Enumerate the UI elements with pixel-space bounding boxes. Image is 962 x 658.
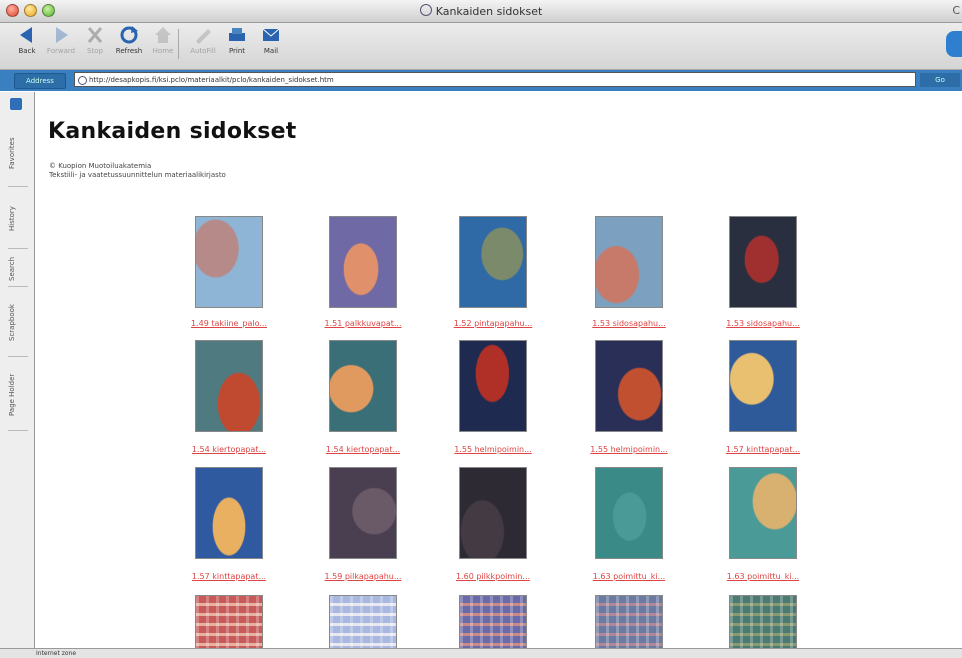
- fabric-thumbnail[interactable]: [595, 340, 663, 432]
- thumbnail-caption-link[interactable]: 1.63 poimittu_ki...: [564, 572, 694, 581]
- subtitle-line: Tekstiili- ja vaatetussuunnittelun mater…: [49, 171, 226, 179]
- window-title-text: Kankaiden sidokset: [435, 5, 543, 18]
- toolbar-button-refresh[interactable]: Refresh: [112, 25, 146, 67]
- thumbnail-caption-link[interactable]: 1.60 pilkkpoimin...: [428, 572, 558, 581]
- toolbar-button-back[interactable]: Back: [10, 25, 44, 67]
- address-label-button[interactable]: Address: [14, 73, 66, 89]
- thumbnail-caption-link[interactable]: 1.53 sidosapahu...: [564, 319, 694, 328]
- home-icon: [152, 25, 174, 45]
- toolbar-button-label: Forward: [46, 47, 76, 55]
- toolbar-button-label: Print: [228, 47, 246, 55]
- mail-icon: [260, 25, 282, 45]
- forward-arrow-icon: [50, 25, 72, 45]
- browser-logo-icon: [946, 31, 962, 57]
- copyright-line: © Kuopion Muotoiluakatemia: [49, 162, 152, 170]
- explorer-bar-icon[interactable]: [10, 98, 22, 110]
- toolbar-button-label: Home: [152, 47, 174, 55]
- sidebar-tab-scrapbook[interactable]: Scrapbook: [8, 290, 28, 357]
- toolbar-button-mail[interactable]: Mail: [254, 25, 288, 67]
- page-title: Kankaiden sidokset: [48, 119, 297, 144]
- toolbar-button-stop[interactable]: Stop: [78, 25, 112, 67]
- address-bar: Address http://desapkopis.fi/ksi.pclo/ma…: [0, 70, 962, 91]
- toolbar-button-label: Refresh: [115, 47, 143, 55]
- thumbnail-caption-link[interactable]: 1.55 helmipoimin...: [564, 445, 694, 454]
- back-arrow-icon: [16, 25, 38, 45]
- fabric-thumbnail[interactable]: [595, 467, 663, 559]
- sidebar-tab-search[interactable]: Search: [8, 252, 28, 287]
- toolbar-separator: [178, 29, 179, 59]
- address-url-text: http://desapkopis.fi/ksi.pclo/materiaalk…: [89, 76, 334, 84]
- window-title: Kankaiden sidokset: [0, 4, 962, 18]
- thumbnail-caption-link[interactable]: 1.57 kinttapapat...: [164, 572, 294, 581]
- thumbnail-caption-link[interactable]: 1.63 poimittu_ki...: [698, 572, 828, 581]
- toolbar-button-home[interactable]: Home: [146, 25, 180, 67]
- fabric-thumbnail[interactable]: [729, 467, 797, 559]
- titlebar-right-char: C: [952, 4, 960, 17]
- thumbnail-caption-link[interactable]: 1.53 sidosapahu...: [698, 319, 828, 328]
- fabric-thumbnail[interactable]: [329, 595, 397, 648]
- fabric-thumbnail[interactable]: [459, 595, 527, 648]
- fabric-thumbnail[interactable]: [729, 340, 797, 432]
- fabric-thumbnail[interactable]: [195, 340, 263, 432]
- thumbnail-caption-link[interactable]: 1.57 kinttapapat...: [698, 445, 828, 454]
- sidebar-tab-favorites[interactable]: Favorites: [8, 120, 28, 187]
- toolbar-button-label: Stop: [87, 47, 103, 55]
- toolbar-button-forward[interactable]: Forward: [44, 25, 78, 67]
- toolbar-button-autofill[interactable]: AutoFill: [186, 25, 220, 67]
- sidebar-tab-page-holder[interactable]: Page Holder: [8, 360, 28, 431]
- thumbnail-caption-link[interactable]: 1.54 kiertopapat...: [164, 445, 294, 454]
- page-icon: [78, 76, 87, 85]
- fabric-thumbnail[interactable]: [459, 340, 527, 432]
- toolbar-button-label: Mail: [263, 47, 279, 55]
- thumbnail-caption-link[interactable]: 1.59 pilkapapahu...: [298, 572, 428, 581]
- fabric-thumbnail[interactable]: [195, 216, 263, 308]
- thumbnail-caption-link[interactable]: 1.51 palkkuvapat...: [298, 319, 428, 328]
- fabric-thumbnail[interactable]: [729, 216, 797, 308]
- thumbnail-caption-link[interactable]: 1.49 takiine_palo...: [164, 319, 294, 328]
- fabric-thumbnail[interactable]: [595, 595, 663, 648]
- fabric-thumbnail[interactable]: [329, 340, 397, 432]
- fabric-thumbnail[interactable]: [729, 595, 797, 648]
- fabric-thumbnail[interactable]: [195, 595, 263, 648]
- explorer-sidebar: Favorites History Search Scrapbook Page Hold…: [0, 92, 35, 648]
- refresh-icon: [118, 25, 140, 45]
- thumbnail-caption-link[interactable]: 1.54 kiertopapat...: [298, 445, 428, 454]
- fabric-thumbnail[interactable]: [195, 467, 263, 559]
- toolbar-button-print[interactable]: Print: [220, 25, 254, 67]
- fabric-thumbnail[interactable]: [595, 216, 663, 308]
- toolbar: Back Forward Stop Refresh Home AutoFill Print M…: [0, 23, 962, 70]
- print-icon: [226, 25, 248, 45]
- fabric-thumbnail[interactable]: [459, 216, 527, 308]
- address-input[interactable]: http://desapkopis.fi/ksi.pclo/materiaalk…: [74, 72, 916, 87]
- thumbnail-caption-link[interactable]: 1.52 pintapapahu...: [428, 319, 558, 328]
- toolbar-button-label: AutoFill: [190, 47, 216, 55]
- autofill-icon: [192, 25, 214, 45]
- stop-x-icon: [84, 25, 106, 45]
- go-button[interactable]: Go: [920, 73, 960, 87]
- thumbnail-caption-link[interactable]: 1.55 helmipoimin...: [428, 445, 558, 454]
- browser-page-icon: [419, 4, 432, 16]
- title-bar: Kankaiden sidokset C: [0, 0, 962, 23]
- page-content: Kankaiden sidokset © Kuopion Muotoiluaka…: [35, 92, 962, 648]
- toolbar-button-label: Back: [18, 47, 36, 55]
- fabric-thumbnail[interactable]: [329, 216, 397, 308]
- sidebar-tab-history[interactable]: History: [8, 190, 28, 249]
- fabric-thumbnail[interactable]: [329, 467, 397, 559]
- fabric-thumbnail[interactable]: [459, 467, 527, 559]
